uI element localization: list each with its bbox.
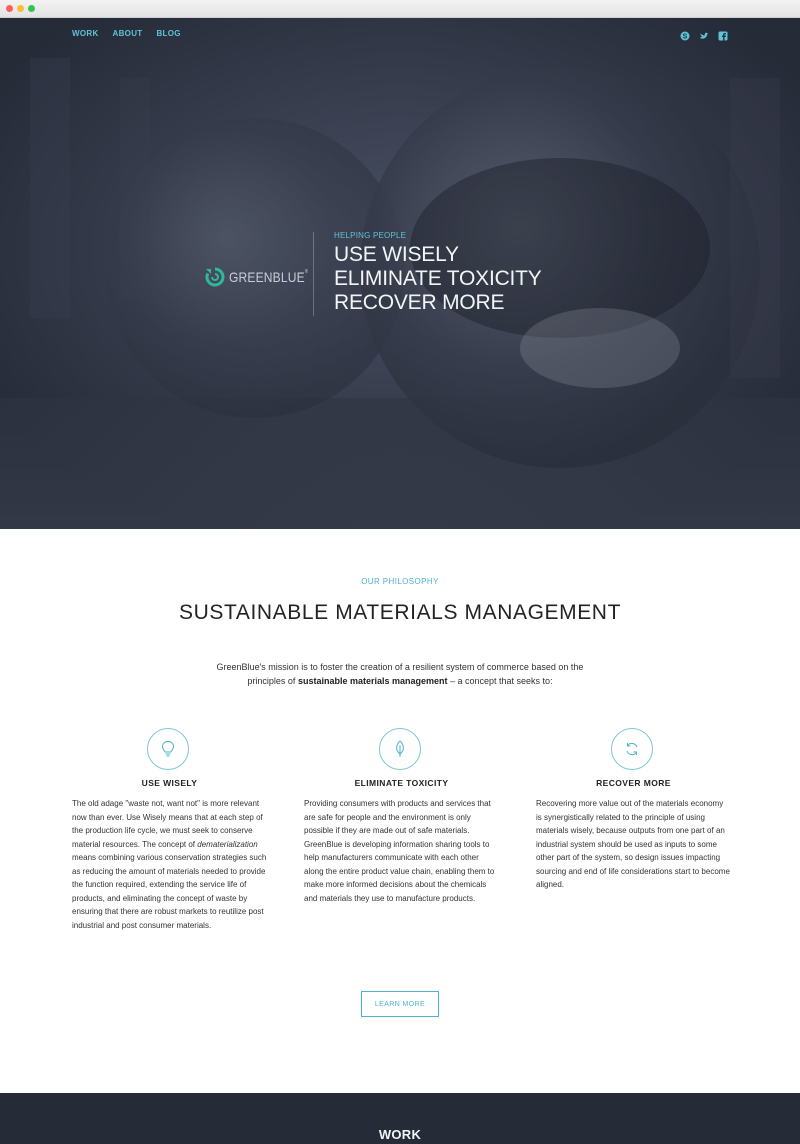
hero-tagline: HELPING PEOPLE USE WISELY ELIMINATE TOXI… [334,231,542,315]
close-window-button[interactable] [6,5,13,12]
greenblue-logo-icon [205,267,225,287]
philosophy-title: SUSTAINABLE MATERIALS MANAGEMENT [179,601,621,624]
nav-work-link[interactable]: WORK [72,29,99,38]
minimize-window-button[interactable] [17,5,24,12]
principle-body: The old adage "waste not, want not" is m… [72,799,267,930]
svg-text:S: S [683,34,688,41]
leaf-icon [379,728,421,770]
nav-about-link[interactable]: ABOUT [113,29,143,38]
skype-icon[interactable]: S [680,28,690,41]
philosophy-intro: GreenBlue's mission is to foster the cre… [216,662,584,686]
hero-divider [313,232,314,316]
nav-blog-link[interactable]: BLOG [156,29,180,38]
brand-name: GREENBLUE® [229,269,309,285]
hero-line-2: ELIMINATE TOXICITY [334,267,542,290]
main-nav: WORK ABOUT BLOG [72,29,181,38]
brand-logo[interactable]: GREENBLUE® [205,267,321,287]
social-links: S [680,28,728,41]
principle-use-wisely: USE WISELY The old adage "waste not, wan… [72,728,267,932]
principle-body: Recovering more value out of the materia… [536,799,730,889]
work-section-title: WORK [378,1127,422,1142]
principle-recover-more: RECOVER MORE Recovering more value out o… [536,728,731,892]
browser-titlebar [0,0,800,18]
principle-eliminate-toxicity: ELIMINATE TOXICITY Providing consumers w… [304,728,499,905]
lightbulb-icon [147,728,189,770]
principle-body: Providing consumers with products and se… [304,799,495,903]
principle-title: RECOVER MORE [596,778,671,788]
recycle-icon [611,728,653,770]
principle-title: USE WISELY [141,778,198,788]
intro-emphasis: sustainable materials management [297,676,448,686]
hero-eyebrow: HELPING PEOPLE [334,231,407,240]
twitter-icon[interactable] [699,28,709,39]
philosophy-eyebrow: OUR PHILOSOPHY [361,577,439,586]
principle-title: ELIMINATE TOXICITY [354,778,449,788]
hero-line-1: USE WISELY [334,243,459,266]
facebook-icon[interactable] [718,28,728,41]
maximize-window-button[interactable] [28,5,35,12]
learn-more-button[interactable]: LEARN MORE [361,991,439,1017]
hero-line-3: RECOVER MORE [334,291,505,314]
